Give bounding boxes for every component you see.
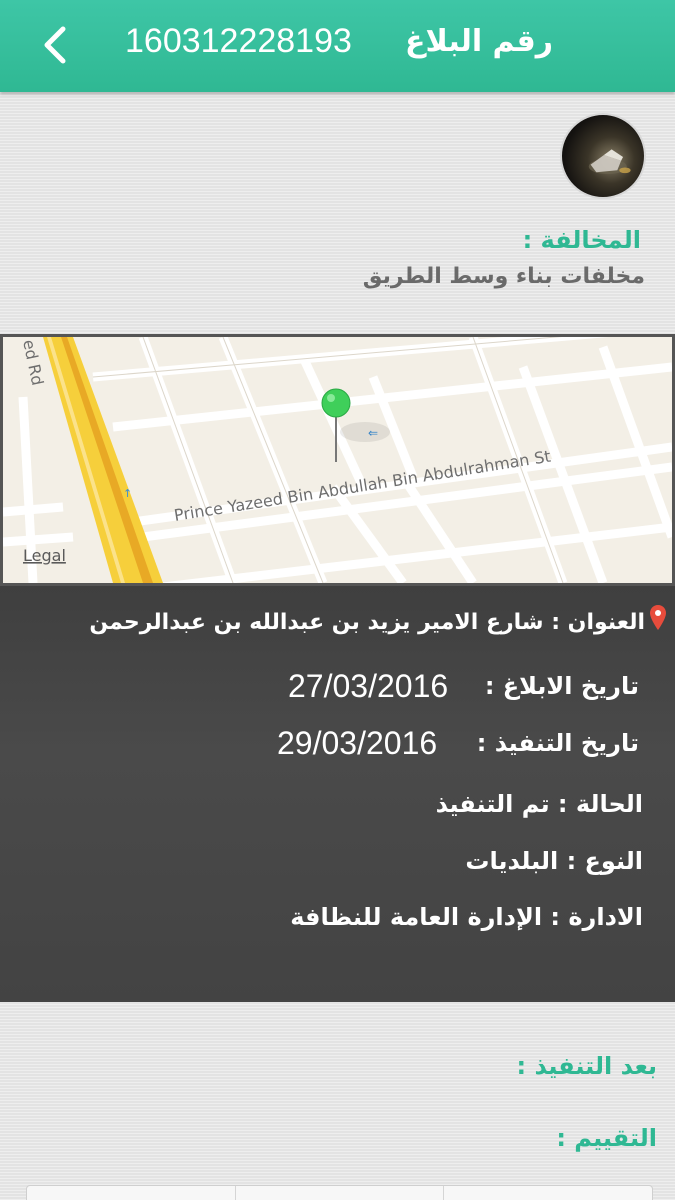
violation-label: المخالفة : [522,226,641,254]
report-date-label: تاريخ الابلاغ : [484,672,639,700]
after-execution-label: بعد التنفيذ : [516,1052,658,1080]
header-bar: 160312228193 رقم البلاغ [0,0,675,92]
address-text: العنوان : شارع الامير يزيد بن عبدالله بن… [89,610,645,635]
execution-date-value: 29/03/2016 [277,725,438,761]
map-legal-link[interactable]: Legal [23,546,66,565]
violation-photo[interactable] [560,113,646,199]
rating-label: التقييم : [556,1124,657,1152]
report-number: 160312228193 [125,22,352,60]
rating-option[interactable] [27,1186,236,1200]
rating-option[interactable] [236,1186,445,1200]
back-button[interactable] [30,20,80,70]
status-text: الحالة : تم التنفيذ [435,790,643,818]
department-text: الادارة : الإدارة العامة للنظافة [290,903,643,931]
location-map[interactable]: ↑ ⇐ Prince Yazeed Bin Abdullah Bin Abdul… [0,334,675,586]
violation-value: مخلفات بناء وسط الطريق [362,264,645,289]
rating-input[interactable] [26,1185,653,1200]
report-date-value: 27/03/2016 [288,668,449,704]
location-pin-icon [650,605,666,630]
rating-option[interactable] [444,1186,652,1200]
photo-thumbnail-image [588,149,631,175]
execution-date-label: تاريخ التنفيذ : [476,729,639,757]
svg-text:↑: ↑ [123,487,132,500]
type-text: النوع : البلديات [465,847,643,875]
page-title: رقم البلاغ [405,24,553,59]
chevron-left-icon [44,26,66,64]
